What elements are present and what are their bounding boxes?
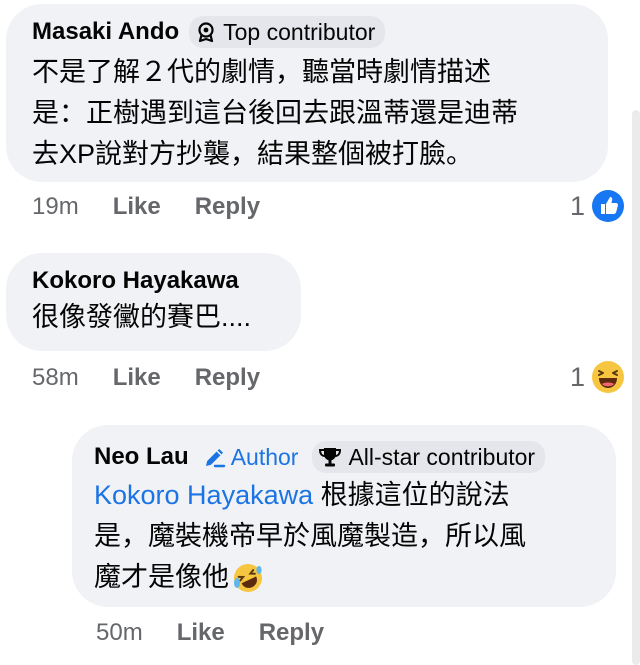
reply-button[interactable]: Reply bbox=[195, 193, 260, 221]
reply-author-name[interactable]: Neo Lau bbox=[94, 443, 189, 471]
like-button[interactable]: Like bbox=[113, 193, 161, 221]
comment-timestamp[interactable]: 19m bbox=[32, 193, 79, 221]
like-button[interactable]: Like bbox=[177, 619, 225, 647]
pencil-icon bbox=[205, 449, 225, 468]
comment-actions: 58m Like Reply bbox=[32, 364, 260, 392]
comment-text-line: 是：正樹遇到這台後回去跟溫蒂還是迪蒂 bbox=[32, 98, 518, 128]
comment-author-name[interactable]: Kokoro Hayakawa bbox=[32, 267, 239, 295]
comment-text: 很像發黴的賽巴.... bbox=[32, 297, 301, 338]
reaction-summary[interactable]: 1 bbox=[570, 189, 625, 223]
reply-actions: 50m Like Reply bbox=[96, 619, 324, 647]
rofl-emoji-icon bbox=[234, 563, 262, 592]
comment-text-line: 不是了解２代的劇情，聽當時劇情描述 bbox=[32, 57, 491, 87]
laughing-emoji-icon bbox=[592, 361, 625, 393]
top-contributor-badge[interactable]: Top contributor bbox=[189, 16, 386, 48]
comment-author-name[interactable]: Masaki Ando bbox=[32, 18, 179, 46]
scrollbar[interactable] bbox=[632, 110, 640, 665]
reply-text-line: 魔才是像他 bbox=[94, 557, 616, 598]
badge-label: Top contributor bbox=[223, 18, 376, 45]
reaction-count: 1 bbox=[570, 190, 586, 221]
like-button[interactable]: Like bbox=[113, 364, 161, 392]
reply-text: Kokoro Hayakawa 根據這位的說法 是，魔裝機帝早於風魔製造，所以風… bbox=[94, 475, 616, 598]
reply-timestamp[interactable]: 50m bbox=[96, 619, 143, 647]
comment-actions: 19m Like Reply bbox=[32, 193, 260, 221]
trophy-icon bbox=[319, 448, 342, 467]
author-tag-label: Author bbox=[230, 443, 299, 470]
comment-author-row: Kokoro Hayakawa bbox=[32, 267, 301, 295]
badge-label: All-star contributor bbox=[348, 443, 536, 470]
reply-text-fragment: 根據這位的說法 bbox=[313, 480, 510, 510]
reply-text-line: 是，魔裝機帝早於風魔製造，所以風 bbox=[94, 521, 526, 551]
reply-button[interactable]: Reply bbox=[195, 364, 260, 392]
comment-text: 不是了解２代的劇情，聽當時劇情描述 是：正樹遇到這台後回去跟溫蒂還是迪蒂 去XP… bbox=[32, 52, 608, 175]
comment-bubble: Kokoro Hayakawa 很像發黴的賽巴.... bbox=[6, 253, 301, 351]
reaction-count: 1 bbox=[570, 361, 586, 392]
comment-timestamp[interactable]: 58m bbox=[32, 364, 79, 392]
comment-text-line: 很像發黴的賽巴.... bbox=[32, 302, 252, 332]
reply-text-fragment: 魔才是像他 bbox=[94, 562, 229, 592]
reply-button[interactable]: Reply bbox=[259, 619, 324, 647]
reaction-summary[interactable]: 1 bbox=[570, 360, 625, 394]
reply-author-row: Neo Lau Author All-star contributor bbox=[94, 441, 616, 473]
comment-text-line: 去XP說對方抄襲，結果整個被打臉。 bbox=[32, 139, 474, 169]
all-star-contributor-badge[interactable]: All-star contributor bbox=[312, 441, 546, 473]
like-icon bbox=[592, 190, 625, 222]
comment-author-row: Masaki Ando Top contributor bbox=[32, 16, 608, 48]
reply-text-line: Kokoro Hayakawa 根據這位的說法 bbox=[94, 475, 616, 516]
author-tag: Author bbox=[203, 443, 299, 471]
top-contributor-icon bbox=[198, 22, 214, 43]
mention-link[interactable]: Kokoro Hayakawa bbox=[94, 480, 313, 510]
reply-bubble: Neo Lau Author All-star contributor Koko… bbox=[72, 425, 616, 607]
comment-bubble: Masaki Ando Top contributor 不是了解２代的劇情，聽當… bbox=[6, 4, 608, 182]
